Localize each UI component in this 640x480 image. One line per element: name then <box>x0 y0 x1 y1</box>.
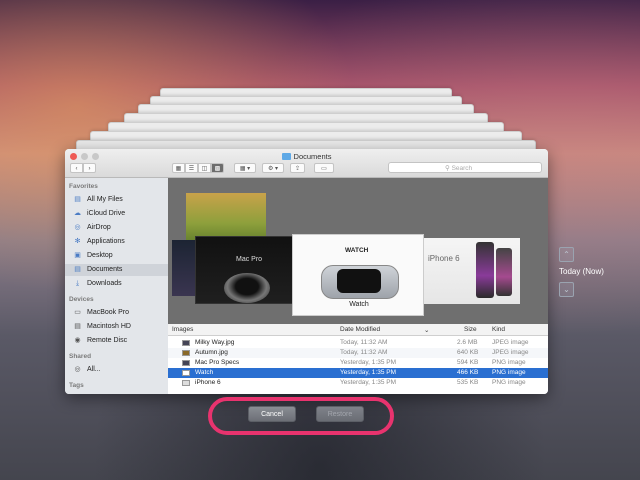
image-file-icon <box>182 340 190 346</box>
action-menu-button[interactable]: ⚙ ▾ <box>262 163 284 173</box>
column-size[interactable]: Size <box>464 326 477 333</box>
table-row-selected[interactable]: Watch Yesterday, 1:35 PM 466 KB PNG imag… <box>168 368 548 378</box>
tags-button[interactable]: ▭ <box>314 163 334 173</box>
milky-way-thumbnail[interactable] <box>172 240 197 296</box>
forward-button[interactable]: › <box>83 163 96 173</box>
sidebar-item-macbook-pro[interactable]: ▭ MacBook Pro <box>65 307 168 319</box>
airdrop-icon: ◎ <box>74 224 81 231</box>
table-row[interactable]: Mac Pro Specs Yesterday, 1:35 PM 594 KB … <box>168 358 548 368</box>
file-list[interactable]: Images Date Modified ⌄ Size Kind Milky W… <box>168 324 548 394</box>
later-arrow-button[interactable]: ⌄ <box>559 282 574 297</box>
search-field[interactable]: ⚲ Search <box>388 162 542 173</box>
sidebar-item-applications[interactable]: ✻ Applications <box>65 236 168 248</box>
share-button[interactable]: ⇪ <box>290 163 305 173</box>
chevron-down-icon: ⌄ <box>563 285 570 294</box>
list-view-button[interactable]: ☰ <box>185 163 198 173</box>
sidebar-item-downloads[interactable]: ⤓ Downloads <box>65 278 168 290</box>
cover-flow-view-button[interactable]: ▩ <box>211 163 224 173</box>
image-file-icon <box>182 350 190 356</box>
cloud-icon: ☁ <box>74 210 81 217</box>
timeline-current-label: Today (Now) <box>559 267 604 276</box>
share-icon: ⇪ <box>294 166 301 172</box>
column-kind[interactable]: Kind <box>492 326 505 333</box>
table-row[interactable]: Milky Way.jpg Today, 11:32 AM 2.6 MB JPE… <box>168 338 548 348</box>
all-files-icon: ▤ <box>74 196 81 203</box>
finder-window: Documents ‹ › ▦ ☰ ◫ ▩ ▦ ▾ ⚙ ▾ ⇪ ▭ ⚲ Sear… <box>65 149 548 394</box>
sidebar-header-devices: Devices <box>69 296 94 303</box>
grid-icon: ▦ <box>175 166 182 172</box>
disc-icon: ◉ <box>74 337 81 344</box>
image-file-icon <box>182 370 190 376</box>
sidebar-item-all-my-files[interactable]: ▤ All My Files <box>65 194 168 206</box>
sidebar-item-shared-all[interactable]: ◎ All... <box>65 364 168 376</box>
cover-flow-icon: ▩ <box>214 166 221 172</box>
sidebar-item-icloud-drive[interactable]: ☁ iCloud Drive <box>65 208 168 220</box>
arrange-grid-icon: ▦ ▾ <box>239 166 251 172</box>
network-icon: ◎ <box>74 366 81 373</box>
desktop-icon: ▣ <box>74 252 81 259</box>
column-images[interactable]: Images <box>172 326 193 333</box>
iphone-6-thumbnail[interactable]: iPhone 6 <box>424 238 520 304</box>
chevron-up-icon: ⌃ <box>563 250 570 259</box>
column-date-modified[interactable]: Date Modified <box>340 326 380 333</box>
image-file-icon <box>182 360 190 366</box>
columns-icon: ◫ <box>201 166 208 172</box>
window-title: Documents <box>65 152 548 161</box>
documents-icon: ▤ <box>74 266 81 273</box>
tag-icon: ▭ <box>321 166 327 172</box>
earlier-arrow-button[interactable]: ⌃ <box>559 247 574 262</box>
watch-thumbnail[interactable]: WATCH Watch <box>292 234 424 316</box>
back-button[interactable]: ‹ <box>70 163 83 173</box>
gear-icon: ⚙ ▾ <box>267 166 279 172</box>
table-row[interactable]: Autumn.jpg Today, 11:32 AM 640 KB JPEG i… <box>168 348 548 358</box>
applications-icon: ✻ <box>74 238 81 245</box>
sidebar-item-remote-disc[interactable]: ◉ Remote Disc <box>65 335 168 347</box>
hard-disk-icon: ▤ <box>74 323 81 330</box>
table-row[interactable]: iPhone 6 Yesterday, 1:35 PM 535 KB PNG i… <box>168 378 548 388</box>
iphone-image-1 <box>476 242 494 298</box>
folder-icon <box>281 153 291 160</box>
highlight-ring <box>208 397 394 435</box>
watch-label: Watch <box>349 301 369 308</box>
sidebar-header-shared: Shared <box>69 353 92 360</box>
sidebar-item-macintosh-hd[interactable]: ▤ Macintosh HD <box>65 321 168 333</box>
arrange-button[interactable]: ▦ ▾ <box>234 163 256 173</box>
laptop-icon: ▭ <box>74 309 81 316</box>
list-header: Images Date Modified ⌄ Size Kind <box>168 324 548 336</box>
sidebar-item-airdrop[interactable]: ◎ AirDrop <box>65 222 168 234</box>
search-icon: ⚲ <box>445 165 452 172</box>
mac-pro-cylinder <box>224 273 270 303</box>
sidebar-header-favorites: Favorites <box>69 183 98 190</box>
sort-chevron-icon[interactable]: ⌄ <box>424 326 429 334</box>
title-bar: Documents ‹ › ▦ ☰ ◫ ▩ ▦ ▾ ⚙ ▾ ⇪ ▭ ⚲ Sear… <box>65 149 548 178</box>
cover-flow-preview[interactable]: Mac Pro WATCH Watch iPhone 6 <box>168 178 548 324</box>
download-icon: ⤓ <box>75 280 80 287</box>
sidebar: Favorites ▤ All My Files ☁ iCloud Drive ◎ A… <box>65 178 169 394</box>
icon-view-button[interactable]: ▦ <box>172 163 185 173</box>
column-view-button[interactable]: ◫ <box>198 163 211 173</box>
search-placeholder: Search <box>451 165 473 172</box>
list-icon: ☰ <box>188 166 195 172</box>
sidebar-item-documents[interactable]: ▤ Documents <box>65 264 168 276</box>
iphone-6-text: iPhone 6 <box>428 254 460 263</box>
iphone-image-2 <box>496 248 512 296</box>
sidebar-header-tags: Tags <box>69 382 84 389</box>
watch-face <box>337 269 381 293</box>
mac-pro-text: Mac Pro <box>236 256 263 263</box>
sidebar-item-desktop[interactable]: ▣ Desktop <box>65 250 168 262</box>
image-file-icon <box>182 380 190 386</box>
mac-pro-thumbnail[interactable]: Mac Pro <box>195 236 293 304</box>
watch-banner: WATCH <box>345 247 369 254</box>
